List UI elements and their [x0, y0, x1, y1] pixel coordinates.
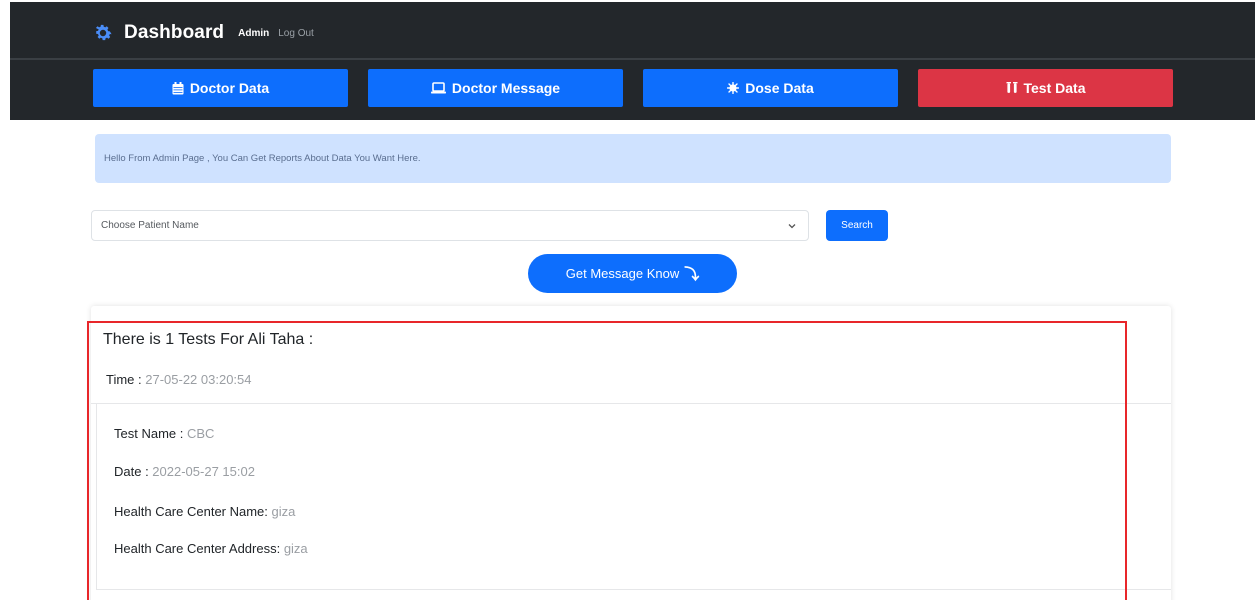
dose-data-button[interactable]: Dose Data [643, 69, 898, 107]
laptop-icon [430, 82, 446, 94]
gear-icon [95, 24, 112, 41]
test-data-button[interactable]: Test Data [918, 69, 1173, 107]
get-message-button[interactable]: Get Message Know ⤵ [528, 254, 737, 293]
admin-link[interactable]: Admin [238, 28, 269, 39]
patient-select-value: Choose Patient Name [101, 220, 199, 231]
chevron-down-icon [788, 224, 796, 229]
doctor-message-label: Doctor Message [451, 80, 561, 96]
doctor-data-button[interactable]: Doctor Data [93, 69, 348, 107]
patient-select[interactable]: Choose Patient Name [91, 210, 809, 241]
brand-title[interactable]: Dashboard [124, 22, 224, 44]
alert-text: Hello From Admin Page , You Can Get Repo… [104, 153, 421, 164]
info-alert: Hello From Admin Page , You Can Get Repo… [95, 134, 1171, 183]
search-label: Search [841, 220, 873, 231]
logout-link[interactable]: Log Out [278, 28, 314, 39]
doctor-message-button[interactable]: Doctor Message [368, 69, 623, 107]
arrow-down-icon: ⤵ [684, 266, 700, 283]
get-message-label: Get Message Know [565, 266, 680, 281]
calendar-icon [172, 81, 184, 94]
search-button[interactable]: Search [826, 210, 888, 241]
highlight-box [87, 321, 1127, 600]
test-tubes-icon [1006, 81, 1017, 93]
doctor-data-label: Doctor Data [189, 80, 270, 96]
navbar-divider [10, 58, 1255, 60]
brand[interactable]: Dashboard Admin Log Out [92, 20, 314, 46]
virus-icon [727, 82, 740, 94]
dose-data-label: Dose Data [745, 80, 814, 96]
test-data-label: Test Data [1023, 80, 1086, 96]
